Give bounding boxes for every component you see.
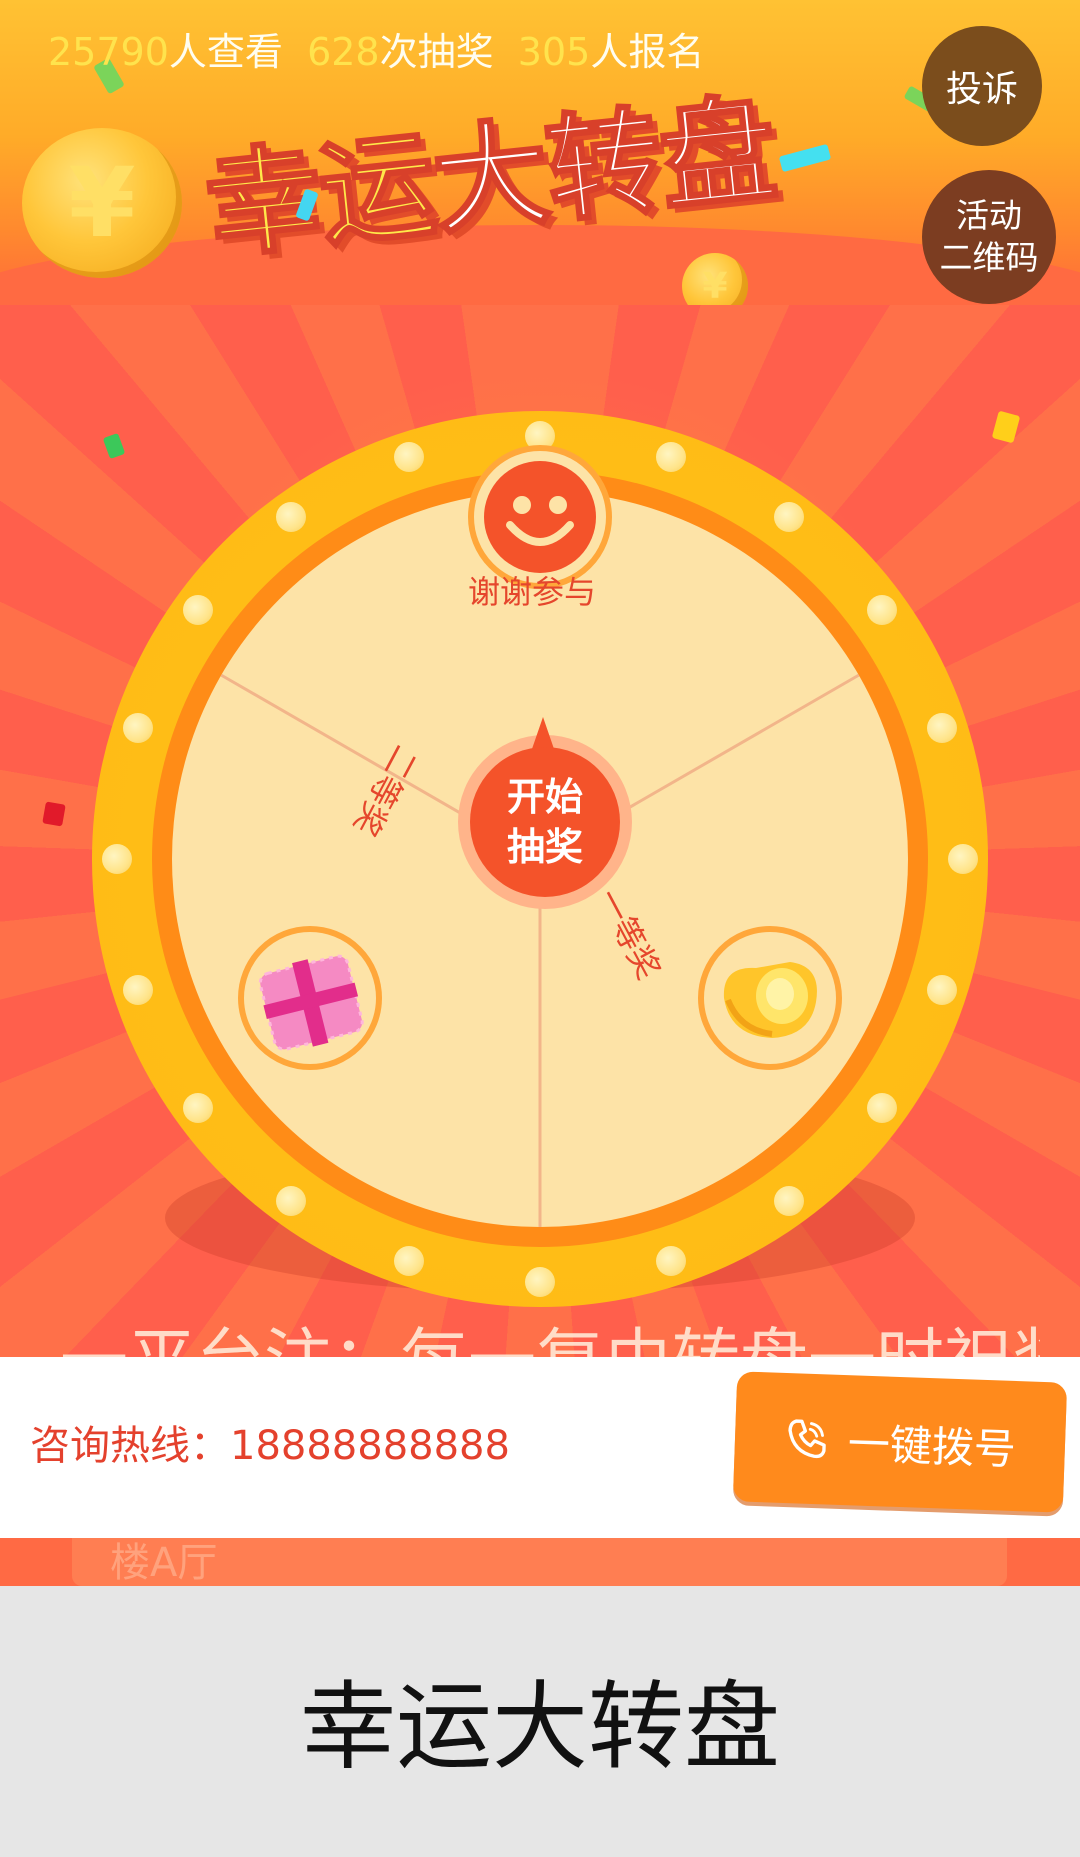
logo-part2: 大转盘 [425, 80, 782, 253]
hotline-text: 咨询热线：18888888888 [30, 1423, 510, 1469]
wheel-bulb [655, 1246, 686, 1277]
smiley-face-icon [484, 461, 596, 573]
prize-slot-first [698, 926, 842, 1070]
start-label-line1: 开始 [506, 775, 583, 819]
qr-label-line1: 活动 [956, 196, 1022, 235]
wheel-bulb [655, 441, 686, 472]
dial-button-label: 一键拨号 [847, 1418, 1017, 1474]
confetti-decoration [102, 432, 126, 460]
gift-box-icon [258, 954, 364, 1051]
wheel-bulb [122, 974, 153, 1005]
confetti-decoration [42, 801, 66, 827]
complain-label: 投诉 [945, 69, 1018, 110]
draws-label: 次抽奖 [379, 30, 494, 74]
wheel-bulb [394, 441, 425, 472]
phone-icon [788, 1419, 826, 1459]
wheel-bulb [122, 713, 153, 744]
logo-part1: 幸运 [198, 116, 442, 277]
wheel-bulb [102, 844, 132, 874]
wheel-bulb [948, 844, 978, 874]
start-label-line2: 抽奖 [506, 825, 583, 869]
coin-icon: ¥ [22, 128, 182, 278]
views-label: 人查看 [168, 30, 283, 74]
complain-button[interactable]: 投诉 [922, 26, 1042, 146]
draws-count: 628 [307, 30, 380, 74]
wheel-bulb [927, 974, 958, 1005]
prize-label-thanks: 谢谢参与 [468, 573, 597, 611]
views-count: 25790 [48, 30, 169, 74]
confetti-decoration [991, 410, 1021, 444]
activity-qrcode-button[interactable]: 活动 二维码 [922, 170, 1056, 304]
prize-slot-second [238, 926, 382, 1070]
activity-stats: 25790人查看 628次抽奖 305人报名 [48, 22, 704, 82]
signups-count: 305 [517, 30, 591, 74]
page-title: 幸运大转盘 [300, 1671, 780, 1783]
one-click-dial-button[interactable]: 一键拨号 [732, 1371, 1068, 1513]
qr-label-line2: 二维码 [939, 238, 1039, 277]
wheel-bulb [525, 1267, 555, 1297]
gold-ingot-icon [723, 962, 817, 1038]
start-draw-button[interactable]: 开始 抽奖 [470, 747, 620, 897]
wheel-stage: 谢谢参与 一等奖 二等奖 开始 抽奖 一平台注：每一复由转盘一时祝奖励 [0, 305, 1080, 1360]
partially-hidden-notice: 一平台注：每一复由转盘一时祝奖励 [60, 1305, 1040, 1360]
venue-text: 楼A厅 [110, 1540, 218, 1586]
signups-label: 人报名 [590, 30, 705, 74]
